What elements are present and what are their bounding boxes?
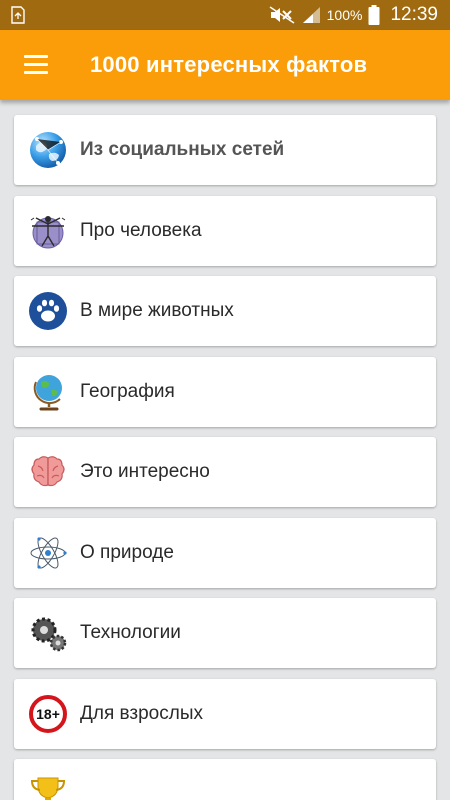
category-item-human[interactable]: Про человека bbox=[14, 196, 436, 266]
category-label: Для взрослых bbox=[80, 703, 203, 724]
category-item-technology[interactable]: Технологии bbox=[14, 598, 436, 668]
category-item-geography[interactable]: География bbox=[14, 357, 436, 427]
category-item-animals[interactable]: В мире животных bbox=[14, 276, 436, 346]
gears-icon bbox=[31, 617, 67, 652]
app-bar: 1000 интересных фактов bbox=[0, 30, 450, 100]
brain-icon bbox=[31, 456, 65, 487]
svg-text:18+: 18+ bbox=[36, 706, 60, 722]
adult-18-plus-icon: 18+ bbox=[29, 695, 67, 733]
atom-icon bbox=[30, 537, 67, 569]
category-label: О природе bbox=[80, 542, 174, 563]
category-item-social[interactable]: Из социальных сетей bbox=[14, 115, 436, 185]
hamburger-menu-icon[interactable] bbox=[24, 55, 48, 75]
paw-icon bbox=[29, 292, 67, 330]
category-item-adults[interactable]: 18+ Для взрослых bbox=[14, 679, 436, 749]
page-title: 1000 интересных фактов bbox=[90, 52, 368, 77]
category-item-interesting[interactable]: Это интересно bbox=[14, 437, 436, 507]
category-item-nature[interactable]: О природе bbox=[14, 518, 436, 588]
category-item-awards[interactable] bbox=[14, 759, 436, 800]
globe-network-icon bbox=[30, 132, 66, 168]
desk-globe-icon bbox=[33, 375, 62, 411]
status-bar: 100% 12:39 bbox=[0, 0, 450, 30]
recycle-icon bbox=[11, 6, 25, 24]
battery-icon bbox=[368, 5, 380, 25]
battery-percentage: 100% bbox=[326, 7, 363, 23]
category-label: В мире животных bbox=[80, 300, 234, 321]
category-label: Про человека bbox=[80, 220, 202, 241]
category-list[interactable]: Из социальных сетей Про человека В мире … bbox=[0, 100, 450, 800]
vitruvian-man-icon bbox=[30, 216, 66, 249]
category-label: География bbox=[80, 381, 175, 402]
signal-icon bbox=[302, 7, 320, 23]
trophy-icon bbox=[30, 777, 66, 800]
category-label: Это интересно bbox=[80, 461, 210, 482]
mute-icon bbox=[269, 6, 295, 24]
status-time: 12:39 bbox=[390, 4, 438, 25]
category-label: Из социальных сетей bbox=[80, 139, 285, 160]
category-label: Технологии bbox=[80, 622, 181, 643]
